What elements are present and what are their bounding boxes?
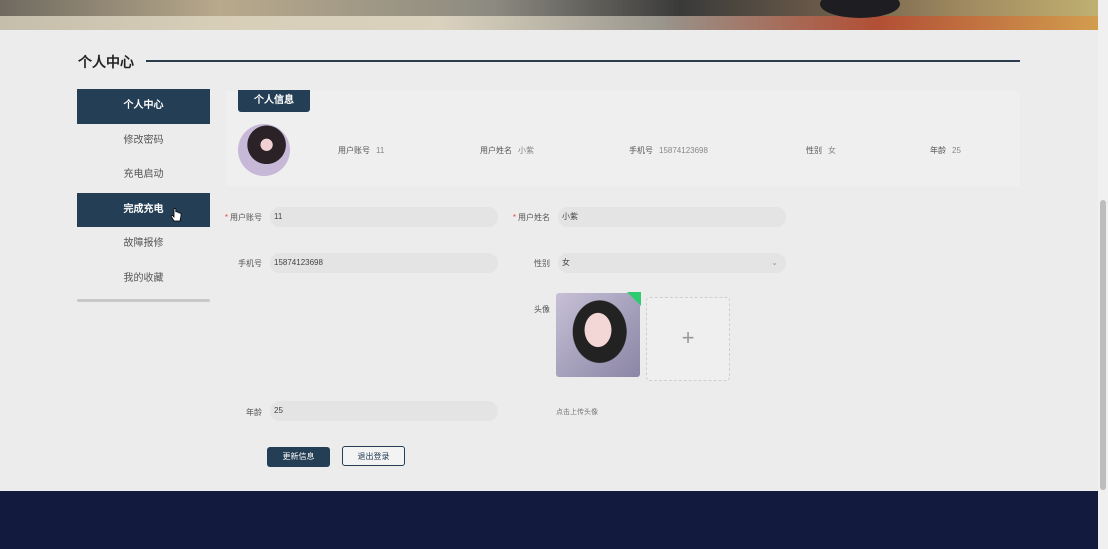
sidebar-scroll-bar xyxy=(77,299,210,302)
title-divider xyxy=(146,60,1020,62)
account-field-label: * 用户账号 xyxy=(210,212,262,223)
banner-road xyxy=(0,16,1098,30)
required-mark: * xyxy=(224,213,228,222)
avatar-upload-button[interactable]: + xyxy=(646,297,730,381)
sidebar-item-start-charging[interactable]: 充电启动 xyxy=(77,158,210,193)
info-name-label: 用户姓名 xyxy=(480,146,512,155)
required-mark: * xyxy=(512,213,516,222)
info-account: 用户账号 11 xyxy=(338,145,384,156)
name-label-text: 用户姓名 xyxy=(518,213,550,222)
info-gender: 性别女 xyxy=(806,145,836,156)
scrollbar-thumb[interactable] xyxy=(1100,200,1106,490)
info-account-label: 用户账号 xyxy=(338,146,370,155)
name-field-label: * 用户姓名 xyxy=(498,212,550,223)
upload-tip: 点击上传头像 xyxy=(556,409,598,416)
sidebar-item-favorites[interactable]: 我的收藏 xyxy=(77,261,210,296)
personal-info-card xyxy=(226,91,1020,186)
age-input[interactable]: 25 xyxy=(270,401,498,421)
header-banner xyxy=(0,0,1098,30)
info-phone-value: 15874123698 xyxy=(659,146,708,155)
info-phone-label: 手机号 xyxy=(629,146,653,155)
sidebar-item-fault-report[interactable]: 故障报修 xyxy=(77,227,210,262)
gender-select-value: 女 xyxy=(562,258,570,267)
phone-field-label: 手机号 xyxy=(238,259,262,268)
sidebar-item-finish-charging[interactable]: 完成充电 xyxy=(77,192,210,227)
info-name-value: 小紫 xyxy=(518,146,534,155)
account-input[interactable]: 11 xyxy=(270,207,498,227)
age-field-label: 年龄 xyxy=(246,408,262,417)
hand-cursor-icon xyxy=(170,208,182,222)
name-input[interactable]: 小紫 xyxy=(558,207,786,227)
logout-button[interactable]: 退出登录 xyxy=(342,446,405,466)
info-gender-value: 女 xyxy=(828,146,836,155)
info-age: 年龄 25 xyxy=(930,145,961,156)
info-phone: 手机号 15874123698 xyxy=(629,145,708,156)
info-gender-label: 性别 xyxy=(806,146,822,155)
page-title: 个人中心 xyxy=(78,54,134,70)
sidebar: 个人中心 修改密码 充电启动 完成充电 故障报修 我的收藏 xyxy=(77,89,210,302)
update-info-button[interactable]: 更新信息 xyxy=(267,447,330,467)
page-footer xyxy=(0,491,1098,549)
gender-select[interactable]: 女 ⌄ xyxy=(558,253,786,273)
account-label-text: 用户账号 xyxy=(230,213,262,222)
plus-icon: + xyxy=(681,325,695,350)
avatar-upload-preview[interactable] xyxy=(556,293,640,377)
info-account-value: 11 xyxy=(376,146,385,155)
sidebar-item-profile[interactable]: 个人中心 xyxy=(77,89,210,124)
info-age-value: 25 xyxy=(952,146,961,155)
chevron-down-icon: ⌄ xyxy=(771,258,778,267)
info-age-label: 年龄 xyxy=(930,146,946,155)
personal-info-tab: 个人信息 xyxy=(238,90,310,112)
avatar xyxy=(238,124,290,176)
sidebar-item-change-password[interactable]: 修改密码 xyxy=(77,123,210,158)
gender-field-label: 性别 xyxy=(534,259,550,268)
phone-input[interactable]: 15874123698 xyxy=(270,253,498,273)
avatar-field-label: 头像 xyxy=(534,305,550,314)
page-scrollbar[interactable] xyxy=(1098,0,1108,549)
info-name: 用户姓名 小紫 xyxy=(480,145,534,156)
